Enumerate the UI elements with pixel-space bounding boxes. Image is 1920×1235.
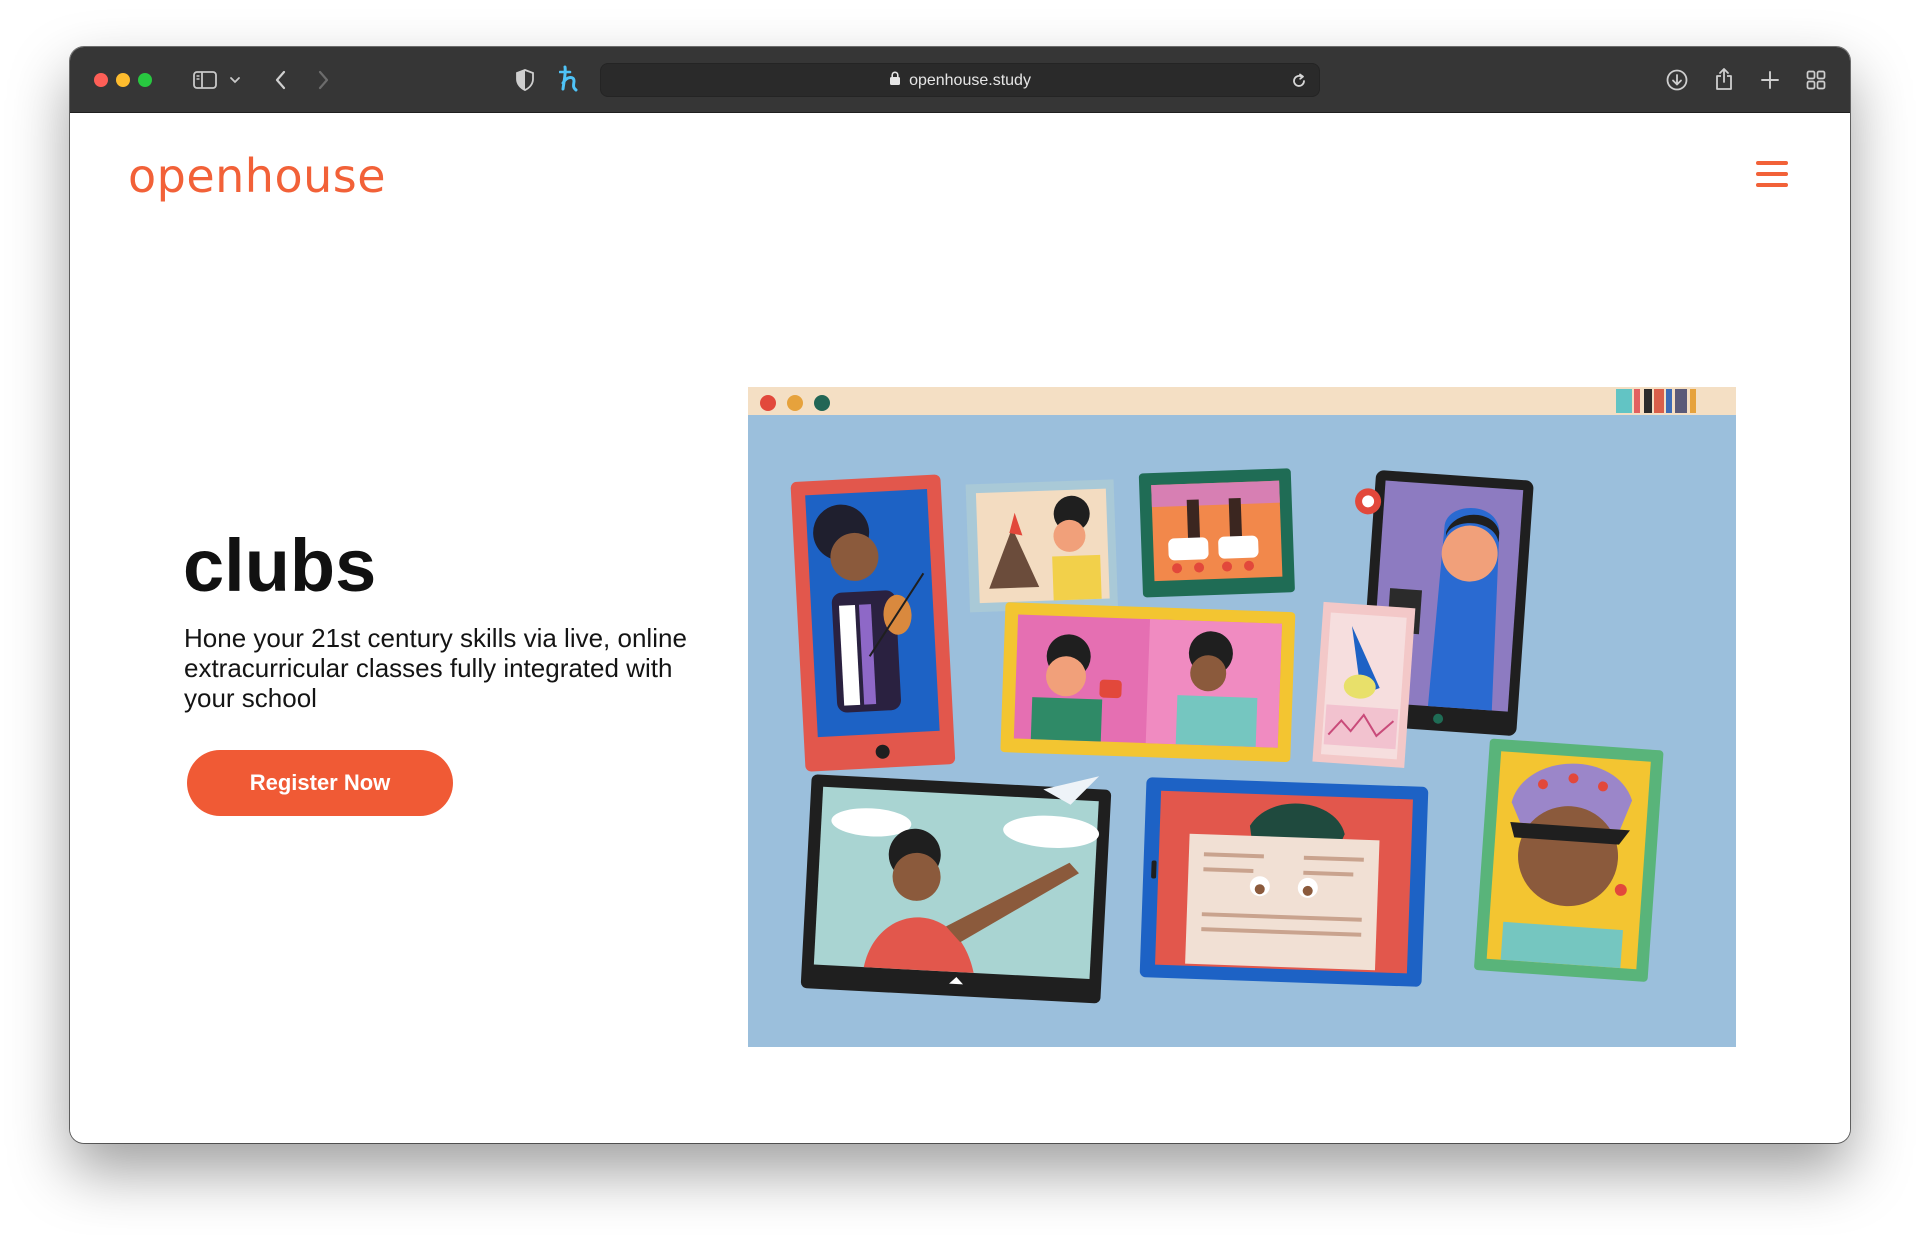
address-bar-url: openhouse.study [909, 72, 1031, 89]
back-arrow-icon[interactable] [270, 67, 290, 93]
minimize-window-button[interactable] [116, 73, 130, 87]
address-bar[interactable]: openhouse.study [600, 63, 1320, 97]
reload-icon[interactable] [1289, 71, 1309, 91]
hypothesis-extension-icon[interactable] [558, 63, 584, 95]
sidebar-toggle-icon[interactable] [192, 67, 218, 93]
close-window-button[interactable] [94, 73, 108, 87]
chevron-down-icon[interactable] [228, 71, 242, 89]
register-now-button[interactable]: Register Now [187, 750, 453, 816]
hamburger-menu-icon[interactable] [1756, 161, 1790, 189]
browser-window: openhouse.study openhouse clubs Hone you… [70, 47, 1850, 1143]
lock-icon [889, 71, 901, 91]
tab-overview-icon[interactable] [1804, 67, 1828, 93]
hero-illustration [748, 387, 1736, 1047]
new-tab-plus-icon[interactable] [1758, 67, 1782, 93]
share-icon[interactable] [1712, 64, 1736, 94]
privacy-shield-icon[interactable] [514, 67, 536, 93]
zoom-window-button[interactable] [138, 73, 152, 87]
hero-subtitle: Hone your 21st century skills via live, … [184, 623, 687, 713]
browser-toolbar: openhouse.study [70, 47, 1850, 113]
downloads-icon[interactable] [1664, 67, 1690, 93]
forward-arrow-icon[interactable] [314, 67, 334, 93]
web-page: openhouse clubs Hone your 21st century s… [70, 113, 1850, 1143]
logo-text: openhouse [128, 149, 387, 203]
openhouse-logo[interactable]: openhouse [128, 149, 386, 203]
page-title: clubs [183, 524, 377, 607]
